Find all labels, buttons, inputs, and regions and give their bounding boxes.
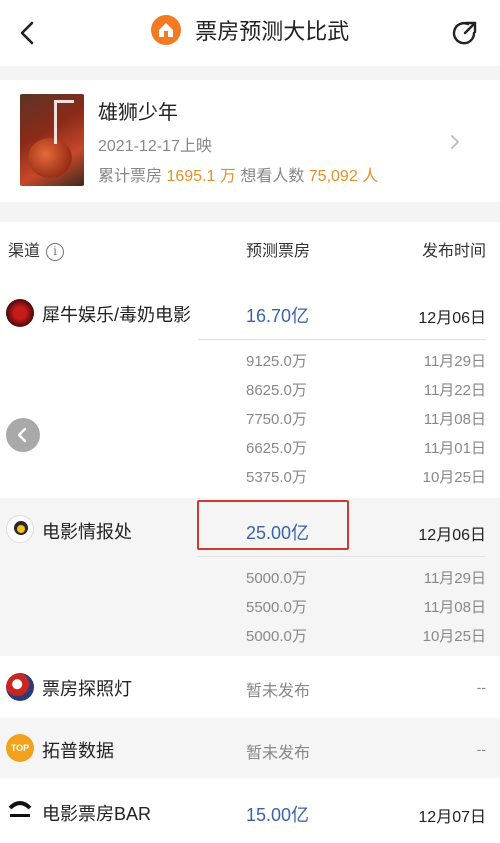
movie-name: 雄狮少年 [98,102,178,124]
row-divider [198,339,486,340]
history-date: 11月01日 [423,440,486,457]
channel-name: 拓普数据 [42,741,114,761]
history-date: 10月25日 [422,469,486,486]
scroll-left-button[interactable] [6,418,40,452]
history-row: 5000.0万 11月29日 [0,562,500,591]
channel-row[interactable]: 犀牛娱乐/毒奶电影 16.70亿 12月06日 9125.0万 11月29日 8… [0,284,500,492]
app-header: 票房预测大比武 [0,0,500,66]
history-date: 11月29日 [423,570,486,587]
row-divider [198,556,486,557]
channel-logo: TOP [6,734,34,762]
page-title: 票房预测大比武 [195,19,350,44]
history-prediction: 8625.0万 [246,382,307,399]
channel-logo [6,673,34,701]
history-date: 11月08日 [423,411,486,428]
want-label: 想看人数 [240,168,305,185]
divider [0,66,500,80]
chevron-left-icon [17,427,27,443]
box-office-label: 累计票房 [98,168,163,185]
history-prediction: 5375.0万 [246,469,307,486]
pending-status: 暂未发布 [246,683,311,700]
history-row: 5375.0万 10月25日 [0,461,500,490]
lion-illustration [28,138,72,178]
channel-row[interactable]: 电影票房BAR 15.00亿 12月07日 [0,778,500,843]
highlight-box [197,500,349,550]
prediction-value: 15.00亿 [246,805,310,825]
movie-stats: 累计票房 1695.1 万 想看人数 75,092 人 [98,162,378,186]
column-header-channel: 渠道 i [8,232,65,272]
history-row: 5500.0万 11月08日 [0,591,500,620]
history-prediction: 6625.0万 [246,440,307,457]
prediction-value: 16.70亿 [246,306,310,326]
channel-name: 票房探照灯 [42,679,132,699]
publish-date: 12月07日 [418,809,486,826]
house-icon [150,15,181,45]
movie-release-date: 2021-12-17上映 [98,138,212,155]
history-date: 11月08日 [423,599,486,616]
channel-name: 犀牛娱乐/毒奶电影 [42,305,192,325]
publish-date: 12月06日 [418,310,486,327]
chevron-right-icon [451,135,459,149]
history-date: 11月22日 [423,382,486,399]
history-date: 10月25日 [422,628,486,645]
channel-name: 电影情报处 [42,522,132,542]
history-date: 11月29日 [423,353,486,370]
movie-card[interactable]: 雄狮少年 2021-12-17上映 累计票房 1695.1 万 想看人数 75,… [6,80,488,202]
publish-date: -- [476,679,486,695]
history-prediction: 9125.0万 [246,353,307,370]
box-office-value: 1695.1 万 [166,168,236,185]
info-icon[interactable]: i [46,242,65,261]
channel-name: 电影票房BAR [42,804,152,824]
publish-date: 12月06日 [418,527,486,544]
pending-status: 暂未发布 [246,745,311,762]
column-header-publish-time: 发布时间 [421,243,486,260]
channel-logo [6,515,34,543]
divider [0,202,500,222]
channel-logo [6,299,34,327]
column-header-prediction: 预测票房 [246,243,311,260]
history-prediction: 5500.0万 [246,599,307,616]
history-row: 7750.0万 11月08日 [0,403,500,432]
history-row: 5000.0万 10月25日 [0,620,500,649]
history-row: 6625.0万 11月01日 [0,432,500,461]
history-row: 9125.0万 11月29日 [0,345,500,374]
channel-logo [6,796,34,824]
publish-date: -- [476,741,486,757]
channel-row[interactable]: 票房探照灯 暂未发布 -- [0,656,500,718]
history-row: 8625.0万 11月22日 [0,374,500,403]
want-value: 75,092 人 [308,168,379,185]
history-prediction: 5000.0万 [246,570,307,587]
movie-poster [20,94,84,186]
channel-row[interactable]: TOP 拓普数据 暂未发布 -- [0,718,500,778]
history-prediction: 5000.0万 [246,628,307,645]
title-bar: 票房预测大比武 [0,14,500,52]
share-arrow-icon[interactable] [448,16,482,50]
history-prediction: 7750.0万 [246,411,307,428]
poster-title-mark [54,100,74,144]
column-label: 渠道 [8,243,41,260]
